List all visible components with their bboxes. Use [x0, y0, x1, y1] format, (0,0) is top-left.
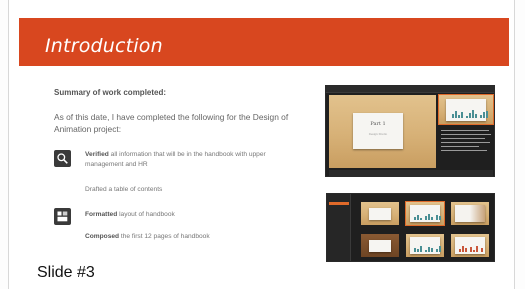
item-text: layout of handbook — [117, 211, 175, 218]
status-bar — [329, 170, 493, 176]
item-text: the first 12 pages of handbook — [119, 233, 210, 240]
notes-line — [441, 134, 491, 135]
editor-screenshot: Part 1 Design Studio — [325, 85, 495, 177]
layout-icon — [54, 208, 71, 225]
sorter-slide — [406, 234, 444, 257]
slide-caption: Slide #3 — [37, 264, 95, 281]
main-slide-preview: Part 1 Design Studio — [329, 95, 436, 168]
slide-title: Introduction — [45, 35, 163, 57]
notes-line — [441, 138, 485, 139]
ribbon — [326, 86, 494, 93]
list-item: Verified all information that will be in… — [85, 150, 305, 170]
sidebar-selected — [329, 202, 349, 205]
list-item: Formatted layout of handbook — [85, 210, 305, 220]
sorter-slide — [451, 234, 489, 257]
notes-line — [441, 130, 489, 131]
slide: Introduction Summary of work completed: … — [8, 0, 515, 289]
sorter-slide — [361, 202, 399, 225]
notes-line — [441, 150, 487, 151]
intro-paragraph: As of this date, I have completed the fo… — [54, 112, 289, 134]
selected-thumbnail — [438, 94, 494, 125]
list-item: Composed the first 12 pages of handbook — [85, 232, 305, 242]
sorter-slide — [361, 234, 399, 257]
selected-slide — [405, 201, 445, 226]
item-bold: Verified — [85, 151, 109, 158]
sorter-sidebar — [327, 194, 351, 261]
item-bold: Formatted — [85, 211, 118, 218]
notes-line — [441, 142, 490, 143]
slide-title-bar: Introduction — [19, 18, 509, 66]
title-card: Part 1 Design Studio — [353, 113, 403, 149]
sorter-slide — [451, 202, 489, 225]
list-item: Drafted a table of contents — [85, 185, 305, 195]
notes-line — [441, 146, 479, 147]
summary-heading: Summary of work completed: — [54, 88, 167, 97]
sorter-screenshot — [326, 193, 495, 262]
search-icon — [54, 150, 71, 167]
item-text: Drafted a table of contents — [85, 186, 163, 193]
card-title: Part 1 — [370, 121, 386, 127]
item-text: all information that will be in the hand… — [85, 151, 266, 168]
item-bold: Composed — [85, 233, 120, 240]
card-subtitle: Design Studio — [368, 133, 388, 136]
